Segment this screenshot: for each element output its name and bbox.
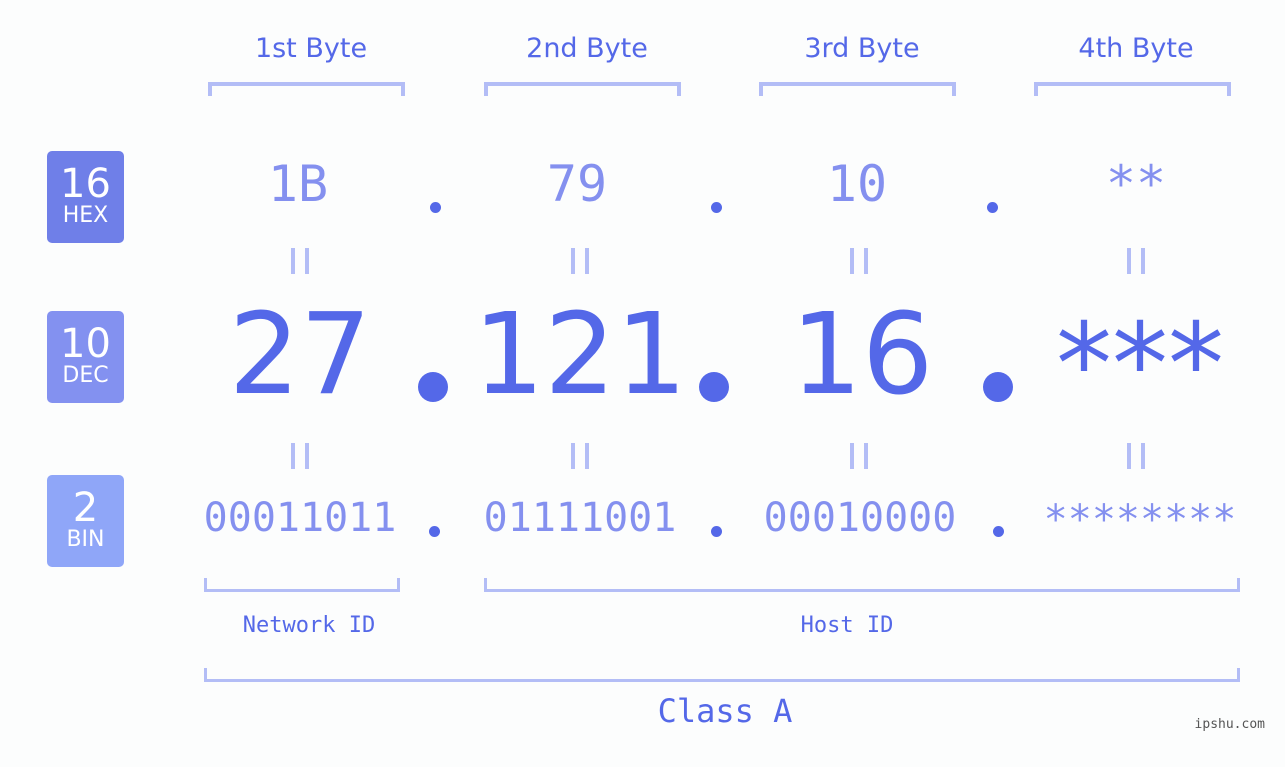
dec-dot-3 <box>983 372 1013 402</box>
network-id-bracket <box>204 578 400 592</box>
dec-badge-number: 10 <box>60 321 111 367</box>
hex-dot-2 <box>711 202 722 213</box>
host-id-label: Host ID <box>800 613 894 638</box>
equals-icon <box>1127 248 1145 274</box>
bin-value-4: ******** <box>1043 497 1237 543</box>
hex-value-1: 1B <box>267 155 329 213</box>
dec-dot-2 <box>699 372 729 402</box>
dec-badge-label: DEC <box>62 363 109 388</box>
class-label: Class A <box>657 692 793 730</box>
hex-dot-3 <box>987 202 998 213</box>
bin-dot-1 <box>429 526 440 537</box>
bin-dot-2 <box>711 526 722 537</box>
byte-header-3: 3rd Byte <box>804 33 920 64</box>
bin-value-2: 01111001 <box>483 495 677 541</box>
bin-dot-3 <box>993 526 1004 537</box>
bin-value-3: 00010000 <box>763 495 957 541</box>
byte-bracket-1 <box>208 82 405 96</box>
equals-icon <box>850 248 868 274</box>
dec-value-2: 121 <box>473 290 687 420</box>
dec-value-3: 16 <box>790 290 934 420</box>
equals-icon <box>850 443 868 469</box>
bin-badge-label: BIN <box>66 527 105 552</box>
watermark: ipshu.com <box>1194 717 1265 732</box>
class-bracket <box>204 668 1240 682</box>
bin-badge: 2 BIN <box>47 475 124 567</box>
equals-icon <box>571 248 589 274</box>
hex-badge: 16 HEX <box>47 151 124 243</box>
bin-badge-number: 2 <box>72 485 99 531</box>
byte-header-1: 1st Byte <box>254 33 368 64</box>
byte-bracket-3 <box>759 82 956 96</box>
dec-value-1: 27 <box>228 290 372 420</box>
hex-value-4: ** <box>1105 155 1167 213</box>
equals-icon <box>291 443 309 469</box>
hex-dot-1 <box>430 202 441 213</box>
equals-icon <box>291 248 309 274</box>
byte-bracket-2 <box>484 82 681 96</box>
hex-badge-label: HEX <box>62 203 109 228</box>
dec-value-4: *** <box>1056 300 1224 430</box>
hex-value-2: 79 <box>546 155 608 213</box>
byte-bracket-4 <box>1034 82 1231 96</box>
dec-badge: 10 DEC <box>47 311 124 403</box>
host-id-bracket <box>484 578 1240 592</box>
equals-icon <box>571 443 589 469</box>
byte-header-4: 4th Byte <box>1078 33 1194 64</box>
dec-dot-1 <box>418 372 448 402</box>
equals-icon <box>1127 443 1145 469</box>
bin-value-1: 00011011 <box>203 495 397 541</box>
hex-badge-number: 16 <box>60 161 111 207</box>
hex-value-3: 10 <box>826 155 888 213</box>
network-id-label: Network ID <box>242 613 376 638</box>
byte-header-2: 2nd Byte <box>526 33 648 64</box>
